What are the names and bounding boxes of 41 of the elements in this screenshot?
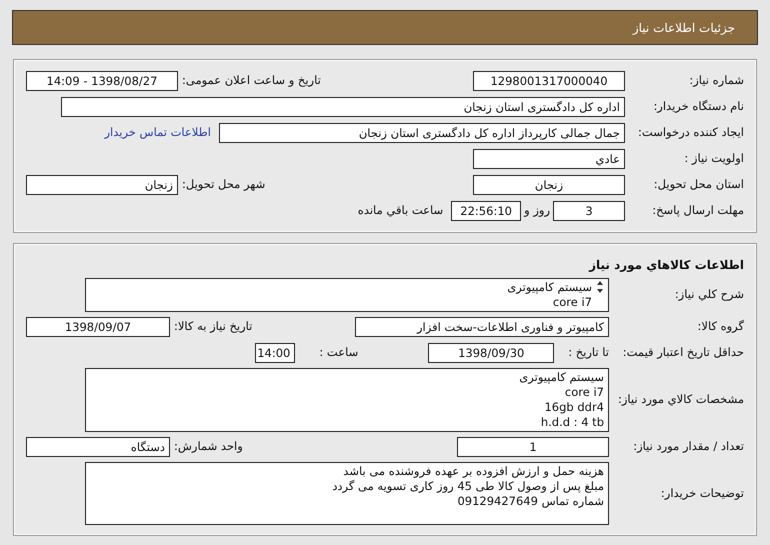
- field-label: شهر محل تحويل:: [181, 176, 266, 194]
- input-field[interactable]: 1398/08/27 - 14:09: [26, 71, 178, 91]
- field-label: واحد شمارش:: [173, 438, 244, 456]
- field-label: تاريخ نياز به كالا:: [173, 318, 254, 336]
- input-field[interactable]: 1298001317000040: [473, 71, 625, 91]
- text-area[interactable]: هزينه حمل و ارزش افزوده بر عهده فروشنده می باشد مبلغ پس از وصول كالا طی 45 روز كاری تسويه می گردد شماره تماس 09129427649: [85, 462, 609, 525]
- input-field[interactable]: زنجان: [26, 175, 178, 195]
- field-label: حداقل تاريخ اعتبار قيمت:: [622, 344, 744, 362]
- field-label: ساعت :: [319, 344, 358, 362]
- contact-link[interactable]: اطلاعات تماس خريدار: [104, 124, 211, 142]
- input-field[interactable]: 1: [457, 437, 609, 457]
- input-field[interactable]: 14:00: [255, 343, 296, 363]
- field-label: اولويت نياز :: [683, 150, 744, 168]
- field-label: مشخصات كالاي مورد نياز:: [616, 391, 744, 408]
- field-label: نام دستگاه خريدار:: [652, 98, 744, 116]
- input-field[interactable]: 22:56:10: [451, 201, 522, 221]
- area-text: هزينه حمل و ارزش افزوده بر عهده فروشنده می باشد مبلغ پس از وصول كالا طی 45 روز كاری تسويه می گردد شماره تماس 09129427649: [332, 464, 604, 510]
- field-label: توضيحات خريدار:: [660, 484, 744, 502]
- scroll-arrows-icon[interactable]: [596, 280, 604, 294]
- input-field[interactable]: كامپيوتر و فناوری اطلاعات-سخت افزار: [355, 317, 609, 337]
- input-field[interactable]: 3: [553, 201, 625, 221]
- field-label: تا تاريخ :: [568, 344, 609, 362]
- days-label: روز و: [524, 202, 550, 220]
- field-label: ايجاد كننده درخواست:: [637, 124, 744, 142]
- input-field[interactable]: اداره كل دادگستری استان زنجان: [61, 97, 625, 117]
- input-field[interactable]: دستگاه: [26, 437, 170, 457]
- field-label: شرح كلي نياز:: [674, 286, 744, 304]
- input-field[interactable]: 1398/09/07: [26, 317, 170, 337]
- field-label: گروه كالا:: [696, 318, 744, 336]
- input-field[interactable]: 1398/09/30: [428, 343, 554, 363]
- remaining-label: ساعت باقي مانده: [358, 202, 444, 220]
- field-label: تعداد / مقدار مورد نياز:: [632, 438, 744, 456]
- field-label: مهلت ارسال پاسخ:: [651, 202, 744, 220]
- input-field[interactable]: زنجان: [473, 175, 625, 195]
- input-field[interactable]: جمال جمالی كارپرداز اداره كل دادگستری استان زنجان: [219, 123, 625, 143]
- page-header: جزئيات اطلاعات نياز: [12, 10, 758, 45]
- field-label: شماره نياز:: [688, 72, 744, 90]
- field-label: استان محل تحويل:: [652, 176, 744, 194]
- section-title: اطلاعات كالاهاي مورد نياز: [588, 257, 744, 274]
- input-field[interactable]: عادي: [473, 149, 625, 169]
- field-label: تاريخ و ساعت اعلان عمومی:: [181, 72, 322, 90]
